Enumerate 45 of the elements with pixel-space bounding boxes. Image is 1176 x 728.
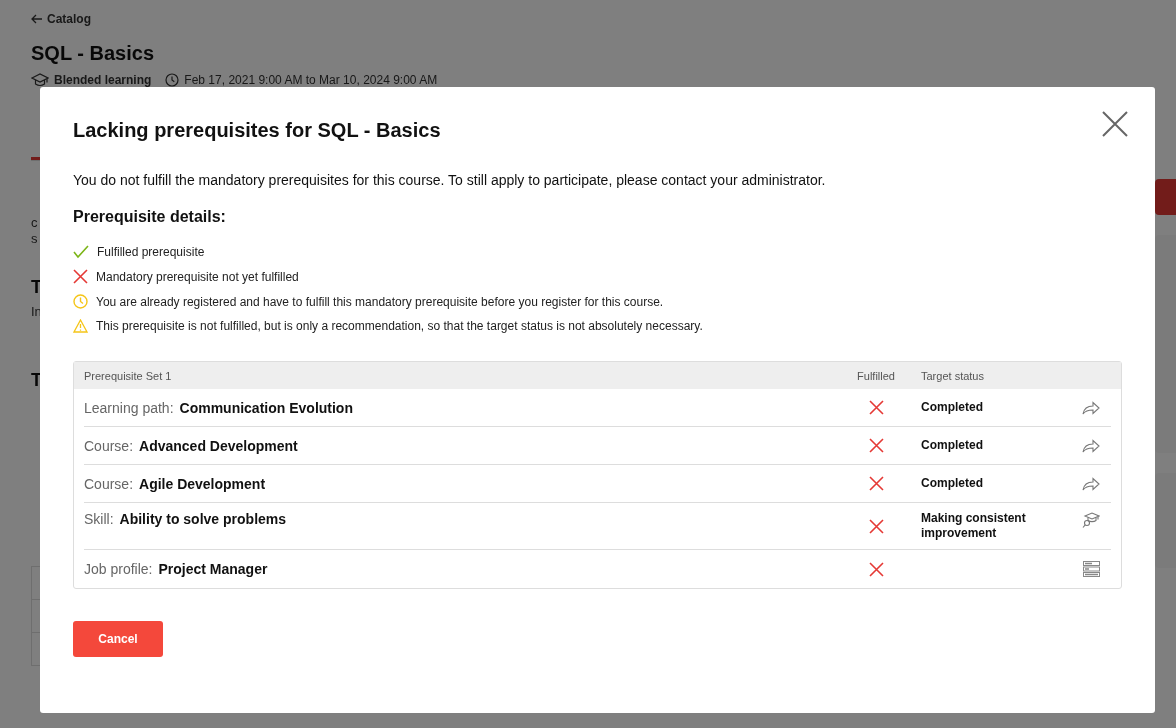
close-icon [73,269,88,284]
dialog-message: You do not fulfill the mandatory prerequisites for this course. To still apply to participate, please contact your administrator. [73,172,827,188]
legend-text: Fulfilled prerequisite [97,245,205,259]
target-status: Completed [921,438,984,453]
close-icon [1102,111,1128,137]
section-text: c [31,215,38,231]
column-header: Prerequisite Set 1 [84,369,173,382]
prerequisite-name: Advanced Development [139,437,298,454]
column-header: Target status [920,369,985,382]
course-type: Blended learning [54,73,152,87]
date-range: Feb 17, 2021 9:00 AM to Mar 10, 2024 9:00 AM [184,73,438,87]
graduation-cap-icon [31,73,49,87]
prerequisite-name: Communication Evolution [179,399,353,416]
prerequisite-type: Job profile: [84,561,153,577]
prerequisite-name: Project Manager [158,561,268,577]
clock-icon [73,294,88,309]
prerequisite-type: Course: [84,437,134,454]
back-link[interactable]: Catalog [31,12,91,26]
graduation-cap-magnifier-icon[interactable] [1082,511,1100,529]
prerequisite-type: Skill: [84,511,114,527]
check-icon [73,245,89,259]
prerequisite-name: Ability to solve problems [119,511,287,527]
forward-arrow-icon[interactable] [1082,438,1100,453]
forward-arrow-icon[interactable] [1082,476,1100,491]
cancel-button[interactable]: Cancel [73,621,163,657]
details-heading: Prerequisite details: [73,208,227,226]
prerequisite-name: Agile Development [139,475,266,492]
section-text: s [31,231,38,247]
forward-arrow-icon[interactable] [1082,400,1100,415]
back-arrow-icon [31,14,43,24]
column-header: Fulfilled [856,369,896,382]
dialog-title: Lacking prerequisites for SQL - Basics [73,119,441,142]
close-button[interactable] [1101,111,1129,139]
target-status: Making consistent improvement [921,511,1027,541]
warning-icon [73,319,88,333]
prerequisite-type: Learning path: [84,399,174,416]
legend-text: Mandatory prerequisite not yet fulfilled [96,269,299,284]
legend-text: This prerequisite is not fulfilled, but is only a recommendation, so that the target status is not absolutely necessary. [96,319,703,333]
page-title: SQL - Basics [31,42,156,65]
target-status: Completed [921,400,984,415]
target-status: Completed [921,476,984,491]
clock-icon [165,73,180,87]
prerequisite-type: Course: [84,475,134,492]
profile-list-icon[interactable] [1082,561,1100,577]
legend-text: You are already registered and have to fulfill this mandatory prerequisite before you register for this course. [96,294,664,309]
